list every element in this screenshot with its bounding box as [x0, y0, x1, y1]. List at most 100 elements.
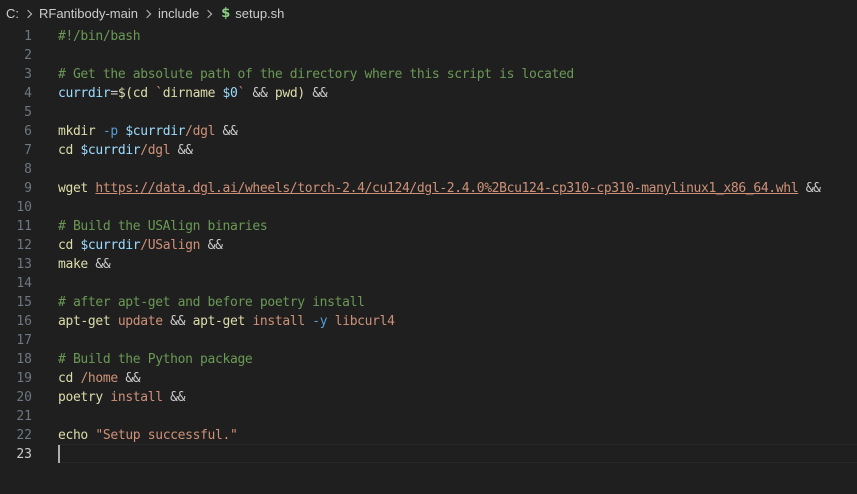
- code-line[interactable]: 1 #!/bin/bash: [0, 27, 857, 46]
- code-token-str: "Setup successful.": [95, 428, 238, 443]
- code-token-flag: -p: [102, 124, 118, 139]
- chevron-right-icon: [22, 7, 36, 21]
- code-text: # Build the Python package: [58, 350, 253, 369]
- code-text: poetry install &&: [58, 388, 185, 407]
- code-token-plain: &&: [87, 257, 111, 272]
- line-number: 17: [16, 333, 32, 348]
- code-line[interactable]: 16 apt-get update && apt-get install -y l…: [0, 312, 857, 331]
- code-line[interactable]: 8: [0, 160, 857, 179]
- code-text: # Get the absolute path of the directory…: [58, 65, 574, 84]
- code-text: mkdir -p $currdir/dgl &&: [58, 122, 238, 141]
- chevron-right-icon: [202, 7, 216, 21]
- code-token-comment: #!/bin/bash: [58, 29, 141, 44]
- line-number: 15: [16, 295, 32, 310]
- code-token-cmd: poetry: [58, 390, 103, 405]
- code-token-cmd: apt-get: [58, 314, 111, 329]
- code-text: # after apt-get and before poetry instal…: [58, 293, 365, 312]
- code-token-arg: /home: [80, 371, 118, 386]
- code-token-str: `: [155, 86, 163, 101]
- line-number: 18: [16, 352, 32, 367]
- breadcrumb-subfolder[interactable]: include: [158, 6, 199, 21]
- line-number: 6: [24, 124, 32, 139]
- code-token-cmd: dirname: [162, 86, 223, 101]
- code-line[interactable]: 21: [0, 407, 857, 426]
- code-line[interactable]: 4 currdir=$(cd `dirname $0` && pwd) &&: [0, 84, 857, 103]
- code-line[interactable]: 6 mkdir -p $currdir/dgl &&: [0, 122, 857, 141]
- code-text: apt-get update && apt-get install -y lib…: [58, 312, 395, 331]
- code-token-plain: &&: [162, 390, 186, 405]
- code-token-cmd: make: [58, 257, 88, 272]
- code-token-arg: update: [117, 314, 163, 329]
- code-token-cmd: cd: [58, 371, 73, 386]
- code-text: # Build the USAlign binaries: [58, 217, 268, 236]
- code-token-cmd: $(: [117, 86, 133, 101]
- code-line[interactable]: 10: [0, 198, 857, 217]
- line-number: 3: [24, 67, 32, 82]
- code-line[interactable]: 19 cd /home &&: [0, 369, 857, 388]
- code-line[interactable]: 22 echo "Setup successful.": [0, 426, 857, 445]
- code-line[interactable]: 5: [0, 103, 857, 122]
- code-text: cd $currdir/dgl &&: [58, 141, 193, 160]
- code-token-comment: # Build the USAlign binaries: [58, 219, 268, 234]
- code-token-comment: # Build the Python package: [58, 352, 253, 367]
- code-token-comment: # Get the absolute path of the directory…: [58, 67, 574, 82]
- line-number: 13: [16, 257, 32, 272]
- code-text: cd $currdir/USalign &&: [58, 236, 223, 255]
- line-number: 22: [16, 428, 32, 443]
- code-token-arg: /USalign: [140, 238, 201, 253]
- breadcrumb: C: RFantibody-main include $ setup.sh: [0, 0, 857, 27]
- text-cursor: [58, 445, 60, 463]
- code-line[interactable]: 23: [0, 445, 857, 464]
- code-token-var: $currdir: [125, 124, 186, 139]
- code-text: wget https://data.dgl.ai/wheels/torch-2.…: [58, 179, 821, 198]
- line-number: 19: [16, 371, 32, 386]
- code-token-cmd: apt-get: [192, 314, 246, 329]
- code-token-plain: &&: [304, 86, 328, 101]
- line-number: 7: [24, 143, 32, 158]
- line-number: 5: [24, 105, 32, 120]
- code-line[interactable]: 18 # Build the Python package: [0, 350, 857, 369]
- code-token-var: currdir: [58, 86, 111, 101]
- code-token-cmd: echo: [58, 428, 88, 443]
- line-number: 11: [16, 219, 32, 234]
- code-editor[interactable]: C: RFantibody-main include $ setup.sh 1 #…: [0, 0, 857, 494]
- code-token-plain: &&: [162, 314, 193, 329]
- code-line[interactable]: 17: [0, 331, 857, 350]
- code-token-var: $currdir: [80, 238, 141, 253]
- code-token-arg: /dgl: [185, 124, 216, 139]
- breadcrumb-file[interactable]: setup.sh: [235, 6, 284, 21]
- code-line[interactable]: 2: [0, 46, 857, 65]
- code-line[interactable]: 12 cd $currdir/USalign &&: [0, 236, 857, 255]
- code-line[interactable]: 9 wget https://data.dgl.ai/wheels/torch-2…: [0, 179, 857, 198]
- code-token-cmd: ): [297, 86, 305, 101]
- code-line[interactable]: 14: [0, 274, 857, 293]
- code-line[interactable]: 11 # Build the USAlign binaries: [0, 217, 857, 236]
- code-token-cmd: wget: [58, 181, 88, 196]
- code-line[interactable]: 15 # after apt-get and before poetry inst…: [0, 293, 857, 312]
- line-number: 16: [16, 314, 32, 329]
- code-token-plain: &&: [170, 143, 193, 158]
- breadcrumb-folder[interactable]: RFantibody-main: [39, 6, 138, 21]
- code-token-arg: libcurl4: [334, 314, 395, 329]
- code-text: #!/bin/bash: [58, 27, 141, 46]
- code-token-str: `: [237, 86, 246, 101]
- code-token-arg: /dgl: [140, 143, 171, 158]
- line-number: 8: [24, 162, 32, 177]
- line-number: 23: [16, 447, 32, 462]
- shell-file-icon: $: [221, 6, 231, 21]
- code-token-plain: &&: [245, 86, 275, 101]
- code-token-plain: &&: [200, 238, 223, 253]
- code-line[interactable]: 7 cd $currdir/dgl &&: [0, 141, 857, 160]
- code-token-url[interactable]: https://data.dgl.ai/wheels/torch-2.4/cu1…: [95, 181, 798, 196]
- breadcrumb-drive[interactable]: C:: [6, 6, 19, 21]
- code-line[interactable]: 20 poetry install &&: [0, 388, 857, 407]
- code-line[interactable]: 13 make &&: [0, 255, 857, 274]
- code-line[interactable]: 3 # Get the absolute path of the director…: [0, 65, 857, 84]
- line-number: 14: [16, 276, 32, 291]
- code-token-flag: -y: [312, 314, 328, 329]
- code-text: currdir=$(cd `dirname $0` && pwd) &&: [58, 84, 328, 103]
- code-token-cmd: cd: [58, 238, 73, 253]
